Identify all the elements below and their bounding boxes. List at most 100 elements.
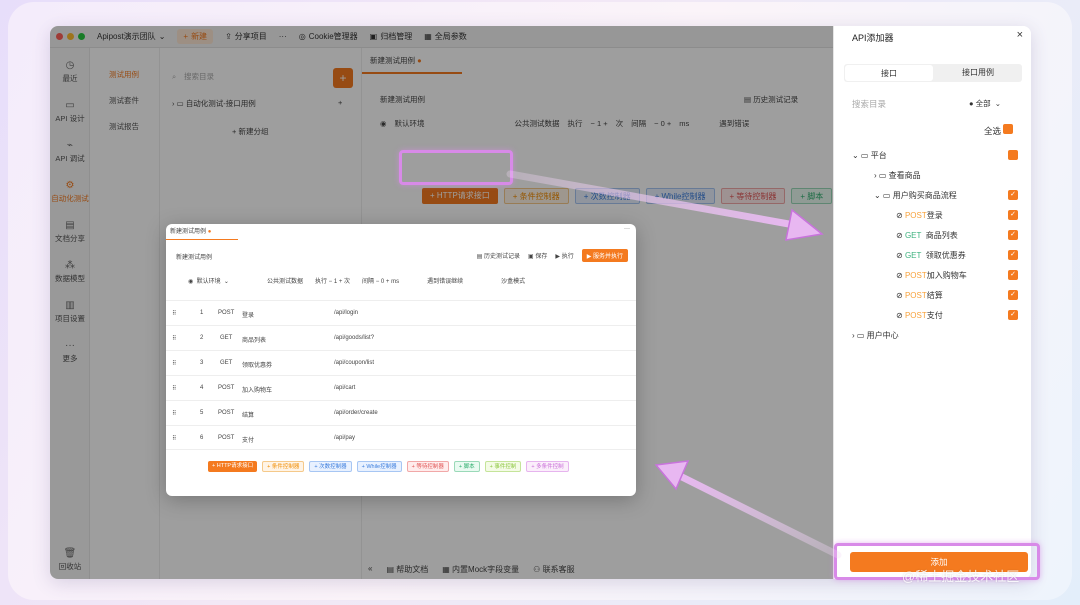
table-row[interactable]: ⠿ 1 POST 登录/api/login <box>166 300 636 325</box>
api-checkbox[interactable]: ✓ <box>1008 290 1018 300</box>
filter-select[interactable]: ● 全部 ⌄ <box>969 98 1001 109</box>
share-project-button[interactable]: ⇪ 分享项目 <box>225 31 267 42</box>
save-and-run-button[interactable]: ▶ 服务并执行 <box>581 249 628 262</box>
api-item[interactable]: ⊘ POST加入购物车 <box>896 270 967 281</box>
nav-api-debug[interactable]: ⌁ API 调试 <box>50 140 90 164</box>
add-script-button[interactable]: + 脚本 <box>453 461 480 472</box>
add-http-button[interactable]: + HTTP请求接口 <box>208 461 258 472</box>
tab-new-case[interactable]: 新建测试用例 ● <box>362 48 462 74</box>
nav-project-settings[interactable]: ▥ 项目设置 <box>50 300 90 324</box>
subnav-test-reports[interactable]: 测试报告 <box>90 114 159 140</box>
nav-recent[interactable]: ◷ 最近 <box>50 60 90 84</box>
tree-view-goods[interactable]: › ▭ 查看商品 <box>874 170 921 181</box>
close-window-button[interactable] <box>56 33 63 40</box>
add-condition-button[interactable]: + 条件控制器 <box>262 461 305 472</box>
maximize-window-button[interactable] <box>78 33 85 40</box>
tree-search-input[interactable]: ⌕ 搜索目录 <box>168 68 318 86</box>
folder-add-icon[interactable]: + <box>338 98 342 107</box>
drag-handle-icon[interactable]: ⠿ <box>172 310 176 317</box>
nav-more[interactable]: ··· 更多 <box>50 340 90 364</box>
api-checkbox[interactable]: ✓ <box>1008 230 1018 240</box>
select-all[interactable]: 全选 <box>984 124 1014 137</box>
drag-handle-icon[interactable]: ⠿ <box>172 410 176 417</box>
add-while-button[interactable]: + While控制器 <box>356 461 402 472</box>
add-count-button[interactable]: + 次数控制器 <box>309 461 352 472</box>
api-checkbox[interactable]: ✓ <box>1008 310 1018 320</box>
case-title: 新建测试用例 <box>380 95 425 104</box>
add-group-button[interactable]: + 新建分组 <box>232 126 268 137</box>
help-docs-link[interactable]: ▤ 帮助文档 <box>386 564 428 575</box>
api-item[interactable]: ⊘ GET 商品列表 <box>896 230 958 241</box>
add-wait-button[interactable]: + 等待控制器 <box>406 461 449 472</box>
api-checkbox[interactable]: ✓ <box>1008 250 1018 260</box>
table-row[interactable]: ⠿ 5 POST 结算/api/order/create <box>166 400 636 425</box>
team-selector[interactable]: Apipost演示团队 ⌄ <box>97 31 165 42</box>
interval-stepper[interactable]: 间隔 − 0 + ms <box>362 276 399 285</box>
interval-stepper[interactable]: − 0 + <box>654 119 671 128</box>
archive-button[interactable]: ▣ 归档管理 <box>370 31 413 42</box>
error-label[interactable]: 遇到错误 <box>719 118 749 129</box>
mock-vars-link[interactable]: ▦ 内置Mock字段变量 <box>442 564 519 575</box>
public-data-label[interactable]: 公共测试数据 <box>515 118 560 129</box>
platform-checkbox[interactable] <box>1008 150 1018 160</box>
api-item[interactable]: ⊘ POST登录 <box>896 210 943 221</box>
drag-handle-icon[interactable]: ⠿ <box>172 335 176 342</box>
sandbox-toggle[interactable]: 沙盒模式 <box>501 276 525 285</box>
exec-stepper[interactable]: 执行 − 1 + 次 <box>315 276 350 285</box>
public-data-label[interactable]: 公共测试数据 <box>267 276 303 285</box>
nav-data-model[interactable]: ⁂ 数据模型 <box>50 260 90 284</box>
env-select[interactable]: ◉ 默认环境 ⌄ <box>188 276 229 285</box>
api-checkbox[interactable]: ✓ <box>1008 270 1018 280</box>
api-item[interactable]: ⊘ GET 领取优惠券 <box>896 250 966 261</box>
drag-handle-icon[interactable]: ⠿ <box>172 435 176 442</box>
tree-platform[interactable]: ⌄ ▭ 平台 <box>852 150 887 161</box>
tree-purchase-flow[interactable]: ⌄ ▭ 用户购买商品流程 <box>874 190 957 201</box>
support-link[interactable]: ⚇ 联系客服 <box>533 564 574 575</box>
run-button[interactable]: ▶ 执行 <box>555 251 573 260</box>
nav-recycle[interactable]: 🗑 回收站 <box>50 548 90 572</box>
nav-auto-test[interactable]: ⚙ 自动化测试 <box>50 180 90 204</box>
table-icon: ▦ <box>442 565 450 574</box>
highlight-http-button <box>399 150 513 185</box>
add-multi-condition-button[interactable]: + 多条件控制 <box>526 461 569 472</box>
select-all-checkbox[interactable] <box>1003 124 1014 134</box>
subnav-test-cases[interactable]: 测试用例 <box>90 62 159 88</box>
drag-handle-icon[interactable]: ⠿ <box>172 360 176 367</box>
purchase-flow-checkbox[interactable]: ✓ <box>1008 190 1018 200</box>
nav-doc-share[interactable]: ▤ 文档分享 <box>50 220 90 244</box>
table-row[interactable]: ⠿ 2 GET 商品列表/api/goods/list? <box>166 325 636 350</box>
save-button[interactable]: ▣ 保存 <box>528 251 547 260</box>
table-row[interactable]: ⠿ 6 POST 支付/api/pay <box>166 425 636 450</box>
add-event-button[interactable]: + 事件控制 <box>484 461 522 472</box>
more-button[interactable]: ··· <box>279 32 287 41</box>
tab-interface-cases[interactable]: 接口用例 <box>934 64 1022 82</box>
tree-user-center[interactable]: › ▭ 用户中心 <box>852 330 899 341</box>
minimize-window-button[interactable] <box>67 33 74 40</box>
collapse-icon[interactable]: « <box>368 564 372 575</box>
api-checkbox[interactable]: ✓ <box>1008 210 1018 220</box>
table-row[interactable]: ⠿ 3 GET 领取优惠券/api/coupon/list <box>166 350 636 375</box>
cookie-manager-button[interactable]: ◎ Cookie管理器 <box>299 31 358 42</box>
subnav-test-suites[interactable]: 测试套件 <box>90 88 159 114</box>
tree-folder[interactable]: › ▭ 自动化测试-接口用例 <box>172 98 256 109</box>
drag-handle-icon[interactable]: ⠿ <box>172 385 176 392</box>
nav-api-design[interactable]: ▭ API 设计 <box>50 100 90 124</box>
panel-search-input[interactable]: 搜索目录 <box>852 98 886 110</box>
env-select[interactable]: 默认环境 <box>395 118 459 129</box>
history-button[interactable]: ▤ 历史测试记录 <box>477 251 520 260</box>
api-item[interactable]: ⊘ POST结算 <box>896 290 943 301</box>
preview-tab[interactable]: 新建测试用例 ● <box>166 224 238 240</box>
table-row[interactable]: ⠿ 4 POST 加入购物车/api/cart <box>166 375 636 400</box>
exec-stepper[interactable]: − 1 + <box>591 119 608 128</box>
history-button[interactable]: ▤ 历史测试记录 <box>744 94 798 105</box>
add-http-button[interactable]: + HTTP请求接口 <box>422 188 498 204</box>
global-params-button[interactable]: ▦ 全局参数 <box>424 31 467 42</box>
close-icon[interactable]: × <box>1017 29 1023 41</box>
new-button[interactable]: + 新建 <box>177 29 214 44</box>
link-icon: ⊘ <box>896 311 903 320</box>
api-item[interactable]: ⊘ POST支付 <box>896 310 943 321</box>
add-case-button[interactable]: + <box>333 68 353 88</box>
settings-icon: ▥ <box>65 300 75 311</box>
error-continue-toggle[interactable]: 遇到错误继续 <box>427 276 463 285</box>
tab-interfaces[interactable]: 接口 <box>845 65 933 81</box>
